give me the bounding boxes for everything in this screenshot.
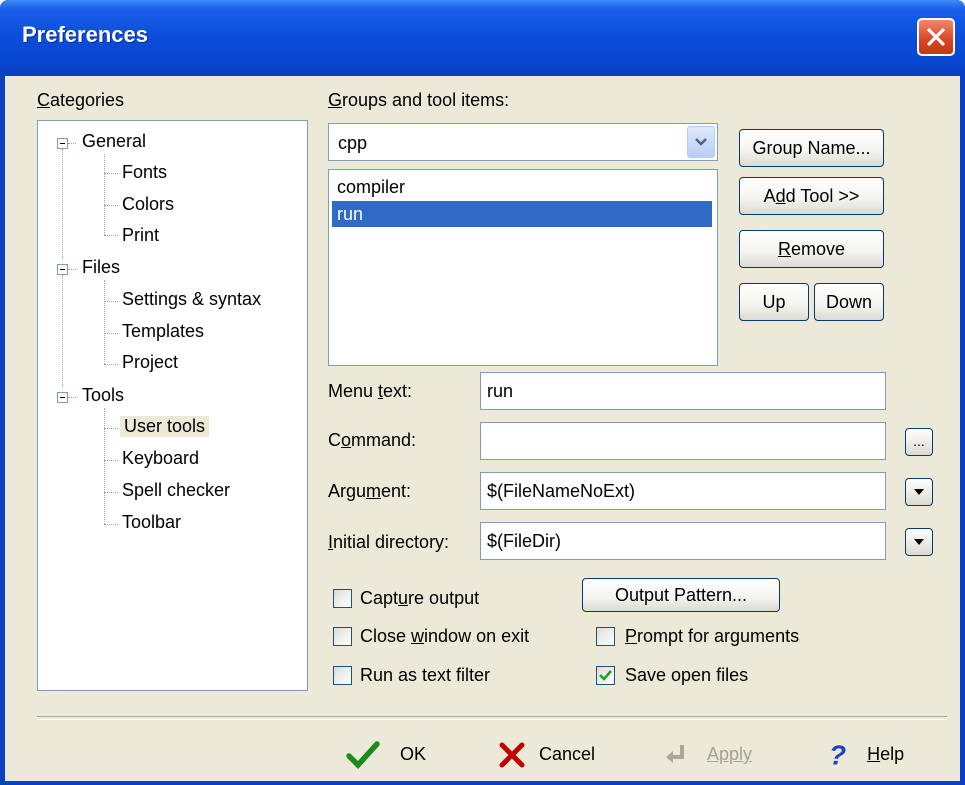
triangle-down-icon xyxy=(914,539,924,545)
collapse-tools-icon[interactable] xyxy=(57,392,68,403)
tree-item-general[interactable]: General xyxy=(82,131,146,152)
tree-line xyxy=(104,205,118,206)
cancel-label: Cancel xyxy=(539,744,596,764)
title-bar[interactable]: Preferences xyxy=(0,0,965,76)
output-pattern-button[interactable]: Output Pattern... xyxy=(582,578,780,612)
footer-separator xyxy=(37,716,947,720)
tree-item-spell-checker[interactable]: Spell checker xyxy=(122,480,230,501)
tree-line xyxy=(104,524,118,525)
tree-item-keyboard[interactable]: Keyboard xyxy=(122,448,199,469)
ok-label: OK xyxy=(400,744,427,764)
close-window-checkbox[interactable] xyxy=(333,627,352,646)
tree-line xyxy=(104,492,118,493)
tree-line xyxy=(104,364,118,365)
chevron-down-icon xyxy=(695,138,707,146)
run-text-filter-checkbox[interactable] xyxy=(333,666,352,685)
remove-button[interactable]: Remove xyxy=(739,230,884,268)
argument-label: Argument: xyxy=(328,481,412,501)
collapse-general-icon[interactable] xyxy=(57,138,68,149)
tree-item-files[interactable]: Files xyxy=(82,257,120,278)
close-button[interactable] xyxy=(917,18,955,56)
tree-item-fonts[interactable]: Fonts xyxy=(122,162,167,183)
triangle-down-icon xyxy=(914,489,924,495)
prompt-args-checkbox[interactable] xyxy=(596,627,615,646)
checkmark-icon xyxy=(599,670,612,681)
command-input[interactable] xyxy=(480,422,886,460)
down-button[interactable]: Down xyxy=(814,283,884,321)
save-open-files-label[interactable]: Save open files xyxy=(625,665,748,686)
tree-line xyxy=(68,143,76,144)
tree-line xyxy=(104,301,118,302)
categories-label: Categories xyxy=(37,90,125,110)
collapse-files-icon[interactable] xyxy=(57,264,68,275)
help-label: Help xyxy=(867,744,905,764)
tree-item-user-tools[interactable]: User tools xyxy=(120,416,210,437)
cancel-button[interactable]: Cancel xyxy=(498,734,595,774)
groups-label-rest: roups and tool items: xyxy=(342,90,510,110)
tool-items-list[interactable]: compiler run xyxy=(328,169,718,366)
tree-line xyxy=(104,460,118,461)
tree-item-tools[interactable]: Tools xyxy=(82,385,124,406)
capture-output-checkbox[interactable] xyxy=(333,589,352,608)
menu-text-input[interactable]: run xyxy=(480,372,886,410)
tree-line xyxy=(68,269,76,270)
add-tool-button[interactable]: Add Tool >> xyxy=(739,177,884,215)
list-item-compiler[interactable]: compiler xyxy=(332,174,712,200)
tree-line xyxy=(104,280,105,364)
ok-button[interactable]: OK xyxy=(345,734,426,774)
enter-arrow-icon xyxy=(666,745,684,764)
initial-dir-label: Initial directory: xyxy=(328,532,450,552)
apply-label: Apply xyxy=(707,744,753,764)
question-mark-icon: ? xyxy=(829,739,847,771)
dialog-body: Categories General Fonts Colors Print Fi… xyxy=(5,76,960,781)
tree-line xyxy=(104,173,118,174)
tree-line xyxy=(104,235,118,236)
categories-tree[interactable]: General Fonts Colors Print Files Setting… xyxy=(37,120,308,691)
combo-dropdown-button[interactable] xyxy=(687,126,715,158)
group-name-button[interactable]: Group Name... xyxy=(739,129,884,167)
group-combo[interactable]: cpp xyxy=(328,123,718,161)
tree-item-settings-syntax[interactable]: Settings & syntax xyxy=(122,289,261,310)
tree-line xyxy=(104,154,105,235)
initial-dir-input[interactable]: $(FileDir) xyxy=(480,522,886,560)
checkmark-icon xyxy=(346,741,380,770)
command-browse-button[interactable]: ... xyxy=(905,428,933,456)
apply-button[interactable]: Apply xyxy=(664,734,752,774)
command-label: Command: xyxy=(328,430,417,450)
run-text-filter-label[interactable]: Run as text filter xyxy=(360,665,490,686)
preferences-dialog: Preferences Categories General Fonts Col… xyxy=(0,0,965,785)
up-button[interactable]: Up xyxy=(739,283,809,321)
argument-input[interactable]: $(FileNameNoExt) xyxy=(480,472,886,510)
menu-text-label: Menu text: xyxy=(328,381,413,401)
tree-line xyxy=(68,397,76,398)
save-open-files-checkbox[interactable] xyxy=(596,666,615,685)
groups-label: Groups and tool items: xyxy=(328,90,510,110)
tree-line xyxy=(104,408,105,524)
list-item-run[interactable]: run xyxy=(332,201,712,227)
tree-item-templates[interactable]: Templates xyxy=(122,321,204,342)
tree-line xyxy=(104,428,118,429)
tree-line xyxy=(104,333,118,334)
group-combo-value: cpp xyxy=(338,133,368,153)
x-cancel-icon xyxy=(499,742,525,768)
close-icon xyxy=(927,28,945,46)
prompt-args-label[interactable]: Prompt for arguments xyxy=(625,626,799,647)
help-button[interactable]: ? Help xyxy=(829,734,904,774)
tree-line xyxy=(62,149,63,259)
argument-dropdown-button[interactable] xyxy=(905,478,933,506)
tree-line xyxy=(62,275,63,387)
tree-item-project[interactable]: Project xyxy=(122,352,178,373)
categories-label-rest: ategories xyxy=(50,90,125,110)
dialog-title: Preferences xyxy=(22,22,148,47)
tree-item-print[interactable]: Print xyxy=(122,225,159,246)
close-window-label[interactable]: Close window on exit xyxy=(360,626,529,647)
capture-output-label[interactable]: Capture output xyxy=(360,588,479,609)
tree-item-toolbar[interactable]: Toolbar xyxy=(122,512,181,533)
initial-dir-dropdown-button[interactable] xyxy=(905,528,933,556)
tree-item-colors[interactable]: Colors xyxy=(122,194,174,215)
